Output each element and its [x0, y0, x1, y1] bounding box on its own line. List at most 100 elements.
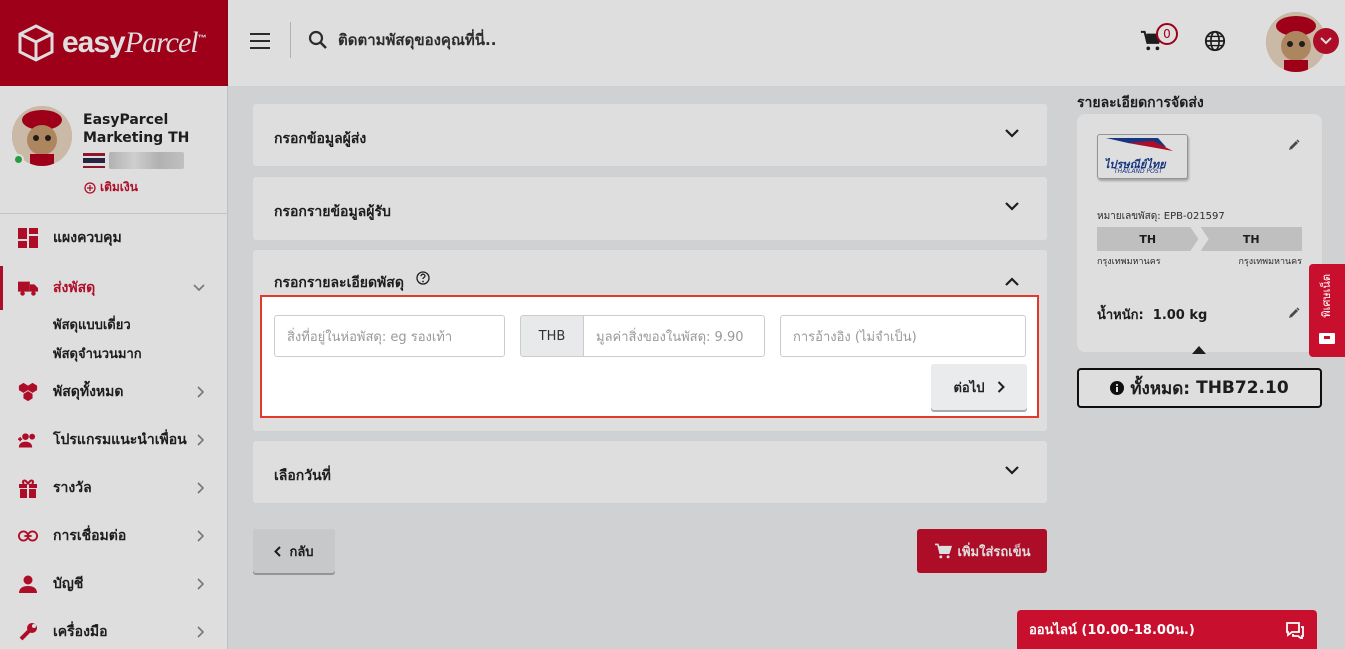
logo[interactable]: easyParcel™	[0, 0, 228, 86]
destination-country: TH	[1200, 227, 1302, 251]
next-button[interactable]: ต่อไป	[931, 364, 1027, 410]
receiver-section[interactable]: กรอกรายข้อมูลผู้รับ	[253, 177, 1047, 240]
menu-icon[interactable]	[250, 33, 270, 49]
cart-count-badge: 0	[1156, 23, 1178, 45]
chevron-up-icon	[1005, 277, 1019, 286]
nav-menu: แผงควบคุม ส่งพัสดุ พัสดุแบบเดี่ยว พัสดุจ…	[0, 214, 227, 649]
gift-icon	[18, 478, 38, 498]
input-placeholder: มูลค่าสิ่งของในพัสดุ: 9.90	[596, 329, 744, 345]
person-icon	[18, 574, 38, 594]
add-user-icon	[18, 430, 38, 450]
profile-name: EasyParcel Marketing TH	[83, 112, 190, 146]
edit-weight-icon[interactable]	[1288, 307, 1300, 319]
pointer-triangle	[1192, 346, 1206, 354]
chevron-right-icon	[197, 626, 205, 638]
reference-input[interactable]: การอ้างอิง (ไม่จำเป็น)	[780, 315, 1026, 357]
back-label: กลับ	[289, 544, 314, 560]
chevron-down-icon[interactable]	[1313, 28, 1339, 54]
section-title: กรอกข้อมูลผู้ส่ง	[274, 131, 367, 147]
boxes-icon	[18, 382, 38, 402]
blurred-balance	[109, 152, 184, 169]
chevron-down-icon	[1005, 129, 1019, 138]
info-icon	[1110, 381, 1125, 395]
dashboard-icon	[18, 228, 38, 248]
back-button[interactable]: กลับ	[253, 529, 335, 573]
nav-label: บัญชี	[53, 576, 84, 592]
input-placeholder: สิ่งที่อยู่ในห่อพัสดุ: eg รองเท้า	[287, 329, 453, 345]
chevron-right-icon	[197, 434, 205, 446]
side-tab-label: พิเศษเน็ต	[1320, 274, 1333, 318]
chevron-left-icon	[274, 545, 282, 557]
nav-label: รางวัล	[53, 480, 92, 496]
topup-link[interactable]: เติมเงิน	[84, 178, 138, 197]
chevron-right-icon	[197, 386, 205, 398]
profile-card: EasyParcel Marketing TH เติมเงิน	[0, 86, 227, 214]
nav-label: แผงควบคุม	[53, 230, 122, 246]
nav-sub-bulk-parcel[interactable]: พัสดุจำนวนมาก	[0, 339, 227, 368]
add-cart-label: เพิ่มใส่รถเข็น	[957, 544, 1031, 560]
sender-section[interactable]: กรอกข้อมูลผู้ส่ง	[253, 104, 1047, 166]
chevron-down-icon	[1005, 202, 1019, 211]
route-bar: TH TH	[1097, 227, 1302, 251]
special-offer-tab[interactable]: พิเศษเน็ต	[1309, 264, 1345, 357]
nav-label: เครื่องมือ	[53, 624, 108, 640]
wrench-icon	[18, 622, 38, 642]
section-title: กรอกรายข้อมูลผู้รับ	[274, 204, 391, 220]
chevron-right-icon	[197, 530, 205, 542]
weight-info: น้ำหนัก: 1.00 kg	[1097, 308, 1208, 323]
divider	[290, 22, 291, 58]
origin-city: กรุงเทพมหานคร	[1097, 257, 1161, 267]
shipment-summary-card: ไปรษณีย์ไทย THAILAND POST หมายเลขพัสดุ: …	[1077, 114, 1322, 354]
globe-icon[interactable]	[1204, 30, 1226, 52]
origin-country: TH	[1097, 227, 1199, 251]
gift-box-icon	[1319, 333, 1335, 344]
section-title: เลือกวันที่	[274, 468, 331, 484]
next-label: ต่อไป	[953, 380, 985, 396]
chat-icon	[1286, 622, 1304, 639]
chevron-down-icon	[193, 284, 205, 292]
edit-courier-icon[interactable]	[1288, 139, 1300, 151]
nav-item-all-parcels[interactable]: พัสดุทั้งหมด	[0, 368, 227, 416]
nav-item-send-parcel[interactable]: ส่งพัสดุ	[0, 266, 227, 310]
total-price-box: ทั้งหมด: THB72.10	[1077, 368, 1322, 408]
logo-text: easyParcel™	[62, 26, 207, 59]
cart-icon	[934, 543, 952, 559]
nav-item-rewards[interactable]: รางวัล	[0, 464, 227, 512]
nav-label: โปรแกรมแนะนำเพื่อน	[53, 432, 187, 448]
search-placeholder: ติดตามพัสดุของคุณที่นี่..	[338, 31, 497, 49]
truck-icon	[18, 278, 38, 298]
date-section[interactable]: เลือกวันที่	[253, 441, 1047, 503]
live-chat-bar[interactable]: ออนไลน์ (10.00-18.00น.)	[1017, 610, 1317, 649]
section-title: กรอกรายละเอียดพัสดุ	[274, 275, 404, 291]
top-bar: ติดตามพัสดุของคุณที่นี่.. 0	[228, 0, 1345, 86]
nav-item-account[interactable]: บัญชี	[0, 560, 227, 608]
nav-label: ส่งพัสดุ	[53, 280, 96, 296]
summary-title: รายละเอียดการจัดส่ง	[1077, 95, 1204, 111]
parcel-number: หมายเลขพัสดุ: EPB-021597	[1097, 211, 1225, 222]
topup-label: เติมเงิน	[100, 180, 138, 194]
parcel-content-input[interactable]: สิ่งที่อยู่ในห่อพัสดุ: eg รองเท้า	[274, 315, 505, 357]
tracking-search[interactable]: ติดตามพัสดุของคุณที่นี่..	[308, 28, 496, 52]
chevron-right-icon	[997, 381, 1005, 393]
nav-item-referral[interactable]: โปรแกรมแนะนำเพื่อน	[0, 416, 227, 464]
nav-item-tools[interactable]: เครื่องมือ	[0, 608, 227, 649]
nav-item-integration[interactable]: การเชื่อมต่อ	[0, 512, 227, 560]
thailand-flag-icon	[83, 153, 105, 168]
destination-city: กรุงเทพมหานคร	[1238, 257, 1302, 267]
sidebar: EasyParcel Marketing TH เติมเงิน แผงควบค…	[0, 86, 228, 649]
courier-logo: ไปรษณีย์ไทย THAILAND POST	[1097, 134, 1188, 179]
total-label: ทั้งหมด:	[1130, 378, 1191, 399]
input-placeholder: การอ้างอิง (ไม่จำเป็น)	[793, 329, 917, 345]
link-icon	[18, 526, 38, 546]
plus-circle-icon	[84, 181, 96, 194]
box-logo-icon	[18, 24, 54, 62]
currency-label: THB	[520, 315, 584, 357]
chevron-down-icon	[1005, 466, 1019, 475]
help-icon[interactable]	[416, 271, 430, 285]
add-to-cart-button[interactable]: เพิ่มใส่รถเข็น	[917, 529, 1047, 573]
chat-label: ออนไลน์ (10.00-18.00น.)	[1029, 623, 1195, 638]
nav-sub-single-parcel[interactable]: พัสดุแบบเดี่ยว	[0, 310, 227, 339]
nav-item-dashboard[interactable]: แผงควบคุม	[0, 214, 227, 262]
chevron-right-icon	[197, 578, 205, 590]
parcel-value-input[interactable]: มูลค่าสิ่งของในพัสดุ: 9.90	[583, 315, 765, 357]
